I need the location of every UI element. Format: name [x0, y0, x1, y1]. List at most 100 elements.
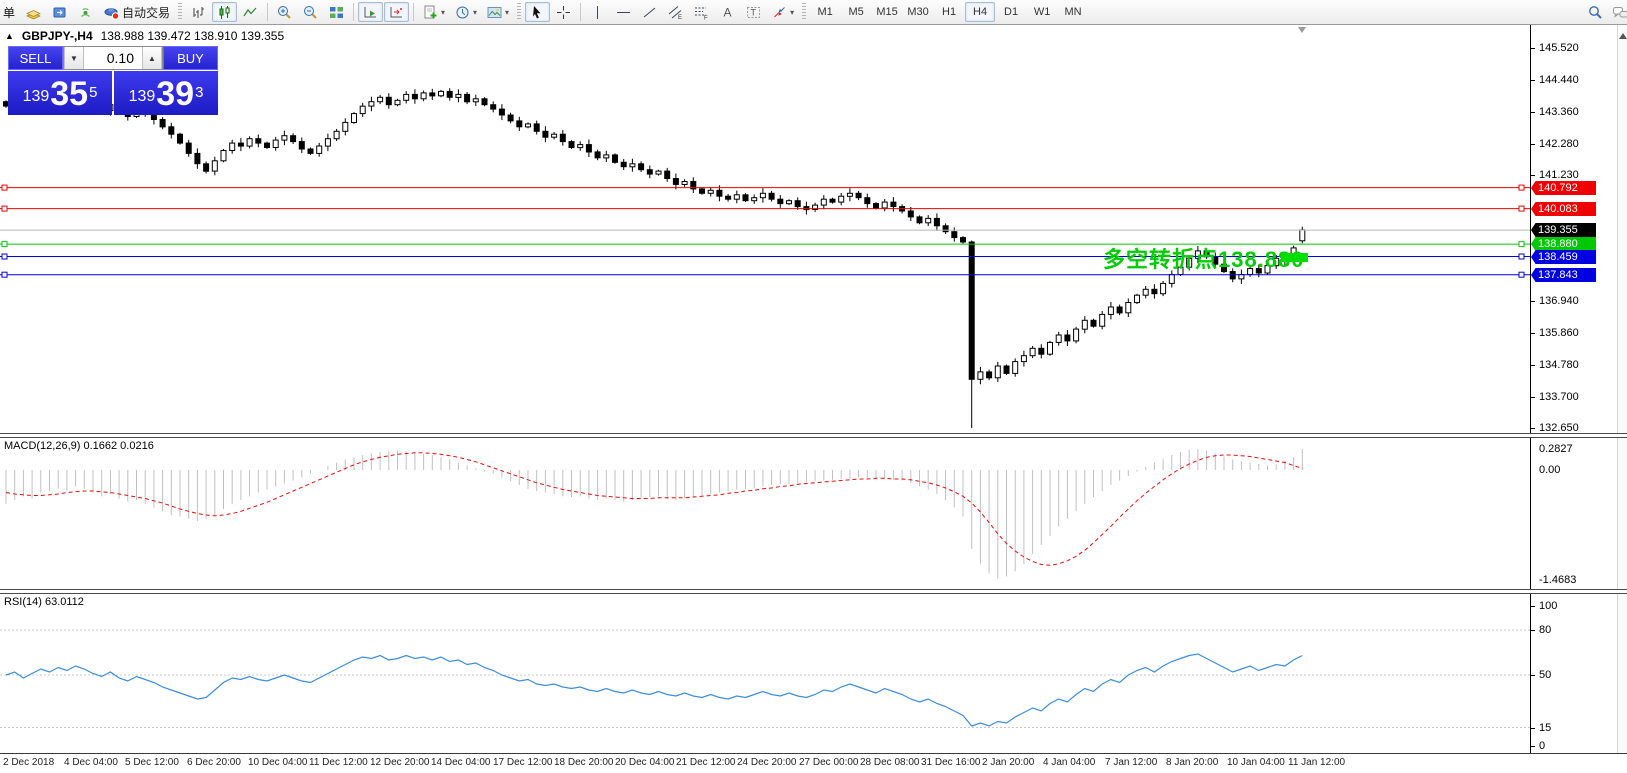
- candle: [942, 225, 949, 233]
- crosshair-button[interactable]: [551, 2, 576, 22]
- candle: [498, 108, 505, 116]
- dropdown-caret: ▾: [505, 7, 510, 17]
- candle: [1029, 347, 1036, 357]
- pane-splitter[interactable]: [0, 433, 1627, 438]
- cursor-button[interactable]: [525, 2, 551, 22]
- timeframe-m5[interactable]: M5: [841, 2, 871, 22]
- volume-increase-button[interactable]: ▲: [142, 47, 162, 69]
- line-handle[interactable]: [1, 205, 8, 212]
- sell-price[interactable]: 139 35 5: [8, 71, 112, 115]
- main-chart[interactable]: [0, 25, 1530, 436]
- price-tick-mark: [1531, 80, 1535, 81]
- macd-pane[interactable]: [0, 437, 1530, 590]
- timeframe-mn[interactable]: MN: [1058, 2, 1088, 22]
- text-label-button[interactable]: T: [741, 2, 766, 22]
- arrows-icon: [771, 4, 788, 21]
- candle: [925, 217, 932, 224]
- candle: [994, 365, 1001, 379]
- candle: [629, 163, 636, 168]
- chat-button[interactable]: [1608, 2, 1627, 22]
- zoom-in-button[interactable]: [272, 2, 297, 22]
- scroll-up-arrow[interactable]: [1619, 33, 1627, 39]
- chart-shift-button[interactable]: [384, 2, 410, 22]
- periods-button[interactable]: ▾: [450, 2, 481, 22]
- candle: [603, 154, 610, 159]
- sell-price-big: 35: [50, 75, 89, 113]
- line-handle[interactable]: [1, 253, 8, 260]
- line-chart-button[interactable]: [238, 2, 263, 22]
- rsi-tick-mark: [1531, 746, 1535, 747]
- price-scale[interactable]: 145.520 144.440 143.360 142.280 141.230 136.9…: [1530, 24, 1618, 753]
- volume-decrease-button[interactable]: ▼: [64, 47, 84, 69]
- trendline-button[interactable]: [637, 2, 662, 22]
- signals-button[interactable]: [73, 2, 98, 22]
- price-tick-mark: [1531, 301, 1535, 302]
- candle: [237, 142, 244, 147]
- autotrading-button[interactable]: 自动交易: [99, 2, 174, 22]
- candle: [620, 161, 627, 168]
- pivot-annotation-text[interactable]: 多空转折点138.880: [1103, 242, 1305, 274]
- candle: [681, 181, 688, 185]
- timeframe-m15[interactable]: M15: [872, 2, 902, 22]
- sell-button[interactable]: SELL: [8, 46, 63, 70]
- equidistant-channel-button[interactable]: E: [663, 2, 688, 22]
- time-axis-label: 18 Dec 20:00: [554, 757, 614, 768]
- new-order-button[interactable]: 单: [0, 2, 20, 22]
- line-handle[interactable]: [1518, 205, 1525, 212]
- tile-windows-button[interactable]: [324, 2, 349, 22]
- pane-splitter[interactable]: [0, 589, 1627, 594]
- timeframe-w1[interactable]: W1: [1027, 2, 1057, 22]
- tile-windows-icon: [328, 4, 345, 21]
- search-button[interactable]: [1583, 2, 1608, 22]
- symbol-title: GBPJPY-,H4: [21, 29, 93, 43]
- candle: [177, 133, 183, 144]
- arrows-button[interactable]: ▾: [767, 2, 798, 22]
- candle: [1020, 355, 1027, 363]
- line-handle[interactable]: [1, 271, 8, 278]
- pivot-annotation-bar[interactable]: [1281, 253, 1308, 262]
- candle: [351, 113, 357, 123]
- text-button[interactable]: A: [715, 2, 740, 22]
- timeframe-m30[interactable]: M30: [903, 2, 933, 22]
- volume-value[interactable]: 0.10: [84, 47, 142, 69]
- buy-button[interactable]: BUY: [163, 46, 218, 70]
- new-order-label: 单: [2, 5, 15, 20]
- rsi-tick-mark: [1531, 675, 1535, 676]
- zoom-out-button[interactable]: [298, 2, 323, 22]
- line-handle[interactable]: [1, 241, 8, 248]
- timeframe-m1[interactable]: M1: [810, 2, 840, 22]
- buy-price[interactable]: 139 39 3: [114, 71, 218, 115]
- level-price-label: 140.083: [1531, 202, 1596, 216]
- timeframe-h1[interactable]: H1: [934, 2, 964, 22]
- vertical-line-button[interactable]: [585, 2, 610, 22]
- terminal-button[interactable]: [47, 2, 72, 22]
- fibonacci-button[interactable]: F: [689, 2, 714, 22]
- metaeditor-button[interactable]: [21, 2, 46, 22]
- time-axis-label: 20 Dec 04:00: [615, 757, 675, 768]
- timeframe-d1[interactable]: D1: [996, 2, 1026, 22]
- candle: [1116, 306, 1123, 314]
- templates-button[interactable]: ▾: [482, 2, 513, 22]
- candle: [159, 119, 166, 128]
- timeframe-h4[interactable]: H4: [965, 2, 996, 22]
- horizontal-line-button[interactable]: [611, 2, 636, 22]
- line-handle[interactable]: [1, 184, 8, 191]
- candle: [211, 160, 218, 172]
- rsi-scale-label: 0: [1539, 740, 1546, 752]
- line-handle[interactable]: [1518, 253, 1525, 260]
- line-handle[interactable]: [1518, 241, 1525, 248]
- auto-scroll-button[interactable]: [358, 2, 384, 22]
- bar-chart-button[interactable]: [186, 2, 211, 22]
- candle: [272, 139, 279, 148]
- rsi-label: RSI(14) 63.0112: [4, 596, 84, 608]
- collapse-panel-icon[interactable]: ▲: [5, 31, 14, 41]
- line-handle[interactable]: [1518, 271, 1525, 278]
- candlestick-chart-button[interactable]: [212, 2, 238, 22]
- buy-price-sup: 3: [195, 84, 204, 101]
- indicators-button[interactable]: ▾: [418, 2, 449, 22]
- candle: [777, 198, 784, 205]
- chart-shift-marker[interactable]: [1298, 27, 1306, 33]
- time-axis[interactable]: 2 Dec 2018 4 Dec 04:00 5 Dec 12:00 6 Dec 20…: [0, 753, 1627, 773]
- rsi-pane[interactable]: [0, 593, 1530, 753]
- line-handle[interactable]: [1518, 184, 1525, 191]
